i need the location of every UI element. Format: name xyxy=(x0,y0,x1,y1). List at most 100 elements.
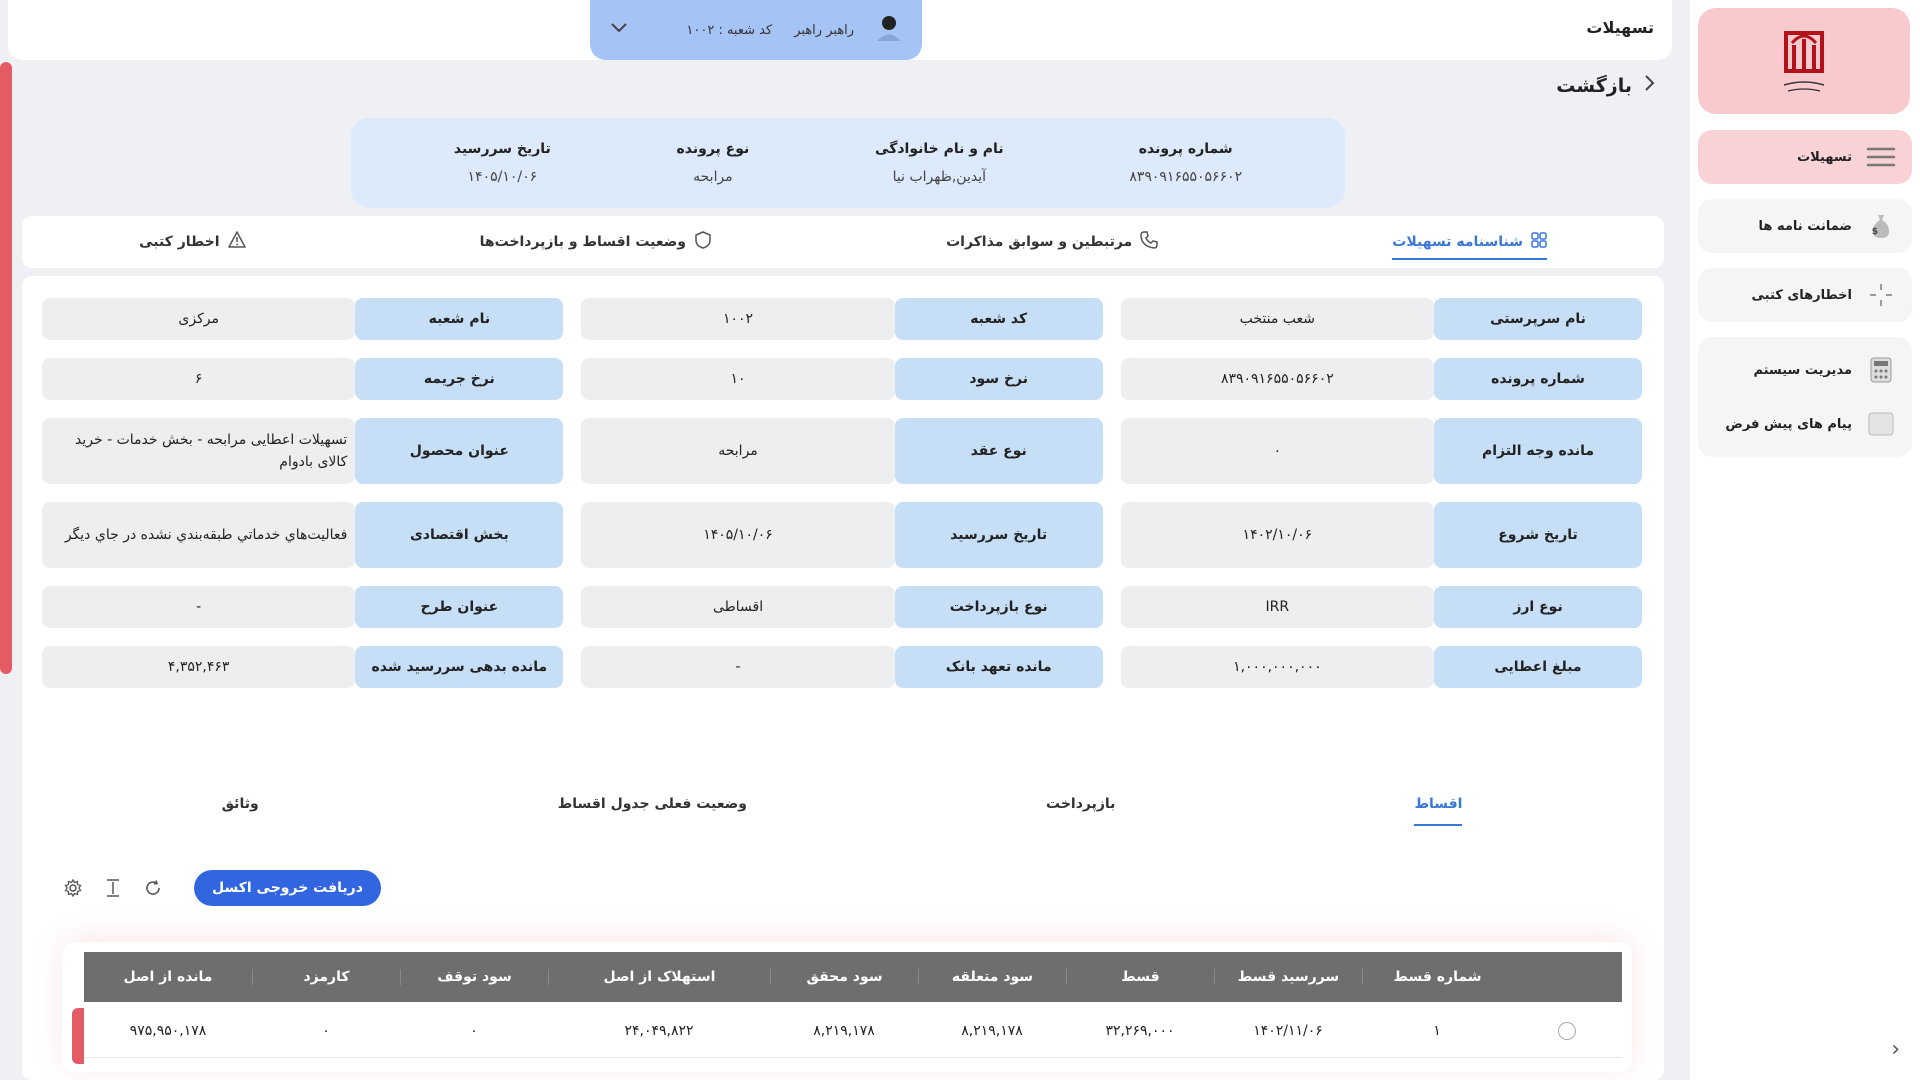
bank-logo-icon xyxy=(1783,31,1825,92)
summary-due-date: تاریخ سررسید ۱۴۰۵/۱۰/۰۶ xyxy=(453,141,551,185)
details-row: تاریخ شروع ۱۴۰۲/۱۰/۰۶ تاریخ سررسید ۱۴۰۵/۱۰… xyxy=(42,502,1642,568)
tab-collaterals[interactable]: وثائق xyxy=(222,796,259,826)
detail-contract-type: نوع عقد مرابحه xyxy=(581,418,1103,484)
detail-due-date: تاریخ سررسید ۱۴۰۵/۱۰/۰۶ xyxy=(581,502,1103,568)
table-cell: ۹۷۵,۹۵۰,۱۷۸ xyxy=(129,1022,207,1039)
sidebar-item-system-management[interactable]: مدیریت سیستم xyxy=(1698,343,1912,397)
sidebar-item-label: اخطارهای کتبی xyxy=(1751,287,1852,303)
sidebar-item-label: ضمانت نامه ها xyxy=(1758,218,1852,234)
table-cell: ۸,۲۱۹,۱۷۸ xyxy=(813,1022,875,1039)
detail-start-date: تاریخ شروع ۱۴۰۲/۱۰/۰۶ xyxy=(1120,502,1642,568)
tab-repayment[interactable]: بازپرداخت xyxy=(1046,796,1115,826)
export-excel-button[interactable]: دریافت خروجی اکسل xyxy=(194,870,381,906)
topbar: تسهیلات راهبر راهبر کد شعبه : ۱۰۰۲ xyxy=(8,0,1672,60)
table-header-cell: سود محقق xyxy=(770,969,918,985)
summary-file-number: شماره پرونده ۸۳۹۰۹۱۶۵۵۰۵۶۶۰۲ xyxy=(1129,141,1243,185)
row-radio[interactable] xyxy=(1558,1021,1576,1040)
table-cell: ۲۴,۰۴۹,۸۲۲ xyxy=(624,1022,694,1039)
sidebar-item-label: پیام های پیش فرض xyxy=(1725,416,1852,432)
row-status-marker xyxy=(72,1008,84,1064)
refresh-icon[interactable] xyxy=(140,875,166,901)
scroll-indicator[interactable] xyxy=(0,62,12,674)
table-header-cell: مانده از اصل xyxy=(123,969,213,985)
grid-icon xyxy=(1531,232,1547,252)
table-header-cell: استهلاک از اصل xyxy=(548,969,770,985)
table-cell: ۱۴۰۲/۱۱/۰۶ xyxy=(1253,1022,1323,1039)
sidebar-item-written-warnings[interactable]: اخطارهای کتبی xyxy=(1698,268,1912,322)
message-icon xyxy=(1866,409,1896,439)
table-header-cell: سود متعلقه xyxy=(918,969,1066,985)
sidebar-item-default-messages[interactable]: پیام های پیش فرض xyxy=(1698,397,1912,451)
user-menu[interactable]: راهبر راهبر کد شعبه : ۱۰۰۲ xyxy=(590,0,922,60)
user-avatar-icon xyxy=(876,14,902,46)
tab-installments[interactable]: اقساط xyxy=(1414,796,1463,826)
user-name: راهبر راهبر xyxy=(794,22,854,38)
sidebar-item-label: مدیریت سیستم xyxy=(1753,362,1852,378)
main-panel: تسهیلات راهبر راهبر کد شعبه : ۱۰۰۲ بازگش… xyxy=(0,0,1672,1080)
sidebar-item-guarantees[interactable]: $ ضمانت نامه ها xyxy=(1698,199,1912,253)
settings-icon[interactable] xyxy=(60,875,86,901)
sidebar: تسهیلات $ ضمانت نامه ها اخطارهای کتبی مد… xyxy=(1690,0,1920,1080)
tab-related-parties[interactable]: مرتبطین و سوابق مذاکرات xyxy=(946,216,1158,268)
detail-supervisor-name: نام سرپرستی شعب منتخب xyxy=(1120,298,1642,340)
warning-icon xyxy=(227,231,246,253)
table-header-cell: سود توقف xyxy=(400,969,548,985)
summary-file-type: نوع پرونده مرابحه xyxy=(676,141,750,185)
details-row: شماره پرونده ۸۳۹۰۹۱۶۵۵۰۵۶۶۰۲ نرخ سود ۱۰ نر… xyxy=(42,358,1642,400)
page-title: تسهیلات xyxy=(1586,18,1654,37)
details-row: مبلغ اعطایی ۱,۰۰۰,۰۰۰,۰۰۰ مانده تعهد بانک… xyxy=(42,646,1642,688)
table-cell: ۸,۲۱۹,۱۷۸ xyxy=(961,1022,1023,1039)
detail-commitment-balance: مانده وجه التزام ۰ xyxy=(1120,418,1642,484)
detail-overdue-debt-balance: مانده بدهی سررسید شده ۴,۳۵۲,۴۶۳ xyxy=(42,646,564,688)
tab-written-warning[interactable]: اخطار کتبی xyxy=(139,216,246,268)
table-header-cell: شماره قسط xyxy=(1362,969,1512,985)
alert-icon xyxy=(1866,280,1896,310)
back-button[interactable]: بازگشت xyxy=(1556,74,1656,97)
sub-tabs: اقساط بازپرداخت وضعیت فعلی جدول اقساط وث… xyxy=(72,796,1612,826)
detail-interest-rate: نرخ سود ۱۰ xyxy=(581,358,1103,400)
svg-text:$: $ xyxy=(1872,227,1878,237)
table-cell: ۰ xyxy=(470,1022,478,1039)
file-summary: شماره پرونده ۸۳۹۰۹۱۶۵۵۰۵۶۶۰۲ نام و نام خ… xyxy=(351,118,1345,208)
branch-code: کد شعبه : ۱۰۰۲ xyxy=(686,22,773,38)
detail-penalty-rate: نرخ جریمه ۶ xyxy=(42,358,564,400)
chevron-right-icon[interactable]: › xyxy=(1891,1037,1900,1062)
table-header: شماره قسط سررسید قسط قسط سود متعلقه سود … xyxy=(84,952,1622,1002)
table-toolbar: دریافت خروجی اکسل xyxy=(60,870,381,906)
detail-granted-amount: مبلغ اعطایی ۱,۰۰۰,۰۰۰,۰۰۰ xyxy=(1120,646,1642,688)
detail-branch-code: کد شعبه ۱۰۰۲ xyxy=(581,298,1103,340)
detail-file-number: شماره پرونده ۸۳۹۰۹۱۶۵۵۰۵۶۶۰۲ xyxy=(1120,358,1642,400)
details-row: نوع ارز IRR نوع بازپرداخت اقساطی عنوان طرح… xyxy=(42,586,1642,628)
chevron-down-icon[interactable] xyxy=(610,22,628,38)
column-height-icon[interactable] xyxy=(100,875,126,901)
tab-current-schedule-status[interactable]: وضعیت فعلی جدول اقساط xyxy=(558,796,747,826)
shield-icon xyxy=(694,231,712,253)
table-header-cell: قسط xyxy=(1066,969,1214,985)
detail-branch-name: نام شعبه مرکزی xyxy=(42,298,564,340)
table-row[interactable]: ۱ ۱۴۰۲/۱۱/۰۶ ۳۲,۲۶۹,۰۰۰ ۸,۲۱۹,۱۷۸ ۸,۲۱۹,… xyxy=(84,1004,1622,1058)
sidebar-item-label: تسهیلات xyxy=(1797,149,1852,165)
calculator-icon xyxy=(1866,355,1896,385)
detail-economic-sector: بخش اقتصادی فعاليت‌هاي خدماتي طبقه‌بندي ن… xyxy=(42,502,564,568)
chevron-right-icon xyxy=(1644,74,1656,97)
money-bag-icon: $ xyxy=(1866,211,1896,241)
tab-facility-profile[interactable]: شناسنامه تسهیلات xyxy=(1392,216,1547,268)
tab-installments-status[interactable]: وضعیت اقساط و بازپرداخت‌ها xyxy=(480,216,712,268)
detail-product-title: عنوان محصول تسهیلات اعطایی مرابحه - بخش خ… xyxy=(42,418,564,484)
installments-table: شماره قسط سررسید قسط قسط سود متعلقه سود … xyxy=(62,942,1632,1072)
summary-full-name: نام و نام خانوادگی آیدین,ظهراب نیا xyxy=(875,141,1004,185)
main-tabs: شناسنامه تسهیلات مرتبطین و سوابق مذاکرات… xyxy=(22,216,1664,268)
detail-bank-commitment-balance: مانده تعهد بانک - xyxy=(581,646,1103,688)
sidebar-item-facilities[interactable]: تسهیلات xyxy=(1698,130,1912,184)
facility-profile-panel: نام سرپرستی شعب منتخب کد شعبه ۱۰۰۲ نام شعب… xyxy=(22,276,1664,1080)
detail-plan-title: عنوان طرح - xyxy=(42,586,564,628)
details-row: نام سرپرستی شعب منتخب کد شعبه ۱۰۰۲ نام شعب… xyxy=(42,298,1642,340)
back-label: بازگشت xyxy=(1556,74,1632,97)
table-header-cell: کارمزد xyxy=(252,969,400,985)
phone-icon xyxy=(1140,231,1158,253)
sidebar-group: مدیریت سیستم پیام های پیش فرض xyxy=(1698,337,1912,457)
detail-repayment-type: نوع بازپرداخت اقساطی xyxy=(581,586,1103,628)
row-select[interactable] xyxy=(1512,1021,1622,1040)
details-row: مانده وجه التزام ۰ نوع عقد مرابحه عنوان مح… xyxy=(42,418,1642,484)
table-header-cell: سررسید قسط xyxy=(1214,969,1362,985)
